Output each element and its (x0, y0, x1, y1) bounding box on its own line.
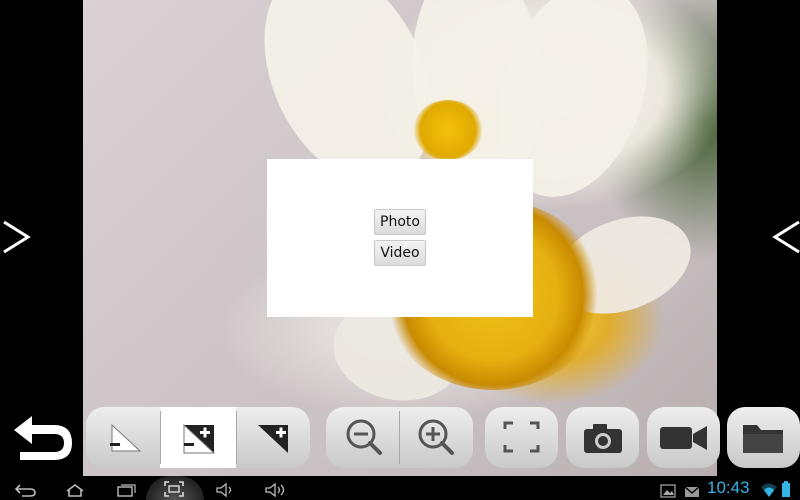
zoom-in-icon (418, 419, 454, 455)
contrast-plus-icon (258, 425, 288, 453)
wifi-icon (761, 483, 777, 497)
capture-mode-dialog: Photo Video (267, 159, 533, 317)
open-gallery-button[interactable] (727, 407, 800, 468)
back-button[interactable] (6, 410, 76, 466)
home-icon[interactable] (64, 480, 86, 500)
battery-icon (782, 481, 790, 497)
camera-icon (584, 424, 622, 453)
zoom-out-icon (346, 419, 382, 455)
zoom-out-button[interactable] (326, 407, 399, 468)
contrast-plus-button[interactable] (236, 407, 310, 468)
volume-up-icon[interactable] (263, 480, 287, 500)
video-option-button[interactable]: Video (374, 240, 426, 266)
zoom-group (326, 407, 473, 468)
contrast-both-icon (183, 423, 216, 454)
fullscreen-button[interactable] (485, 407, 558, 468)
photo-option-button[interactable]: Photo (374, 209, 426, 235)
back-arrow-icon (14, 416, 72, 460)
previous-arrow-icon[interactable] (0, 212, 40, 262)
record-video-button[interactable] (647, 407, 720, 468)
contrast-minus-icon (110, 423, 142, 452)
folder-icon (743, 425, 783, 453)
next-arrow-icon[interactable] (766, 212, 800, 262)
contrast-mode-group (86, 407, 310, 468)
contrast-minus-button[interactable] (86, 407, 160, 468)
status-clock: 10:43 (707, 478, 750, 497)
fullscreen-icon (503, 421, 540, 453)
gallery-icon (660, 484, 676, 498)
screenshot-icon[interactable] (163, 479, 185, 499)
flower-stamen (413, 100, 483, 160)
contrast-both-button[interactable] (160, 407, 236, 468)
zoom-in-button[interactable] (400, 407, 473, 468)
volume-down-icon[interactable] (214, 480, 236, 500)
back-icon[interactable] (14, 480, 38, 500)
take-photo-button[interactable] (566, 407, 639, 468)
video-camera-icon (660, 426, 707, 450)
recent-apps-icon[interactable] (115, 480, 137, 500)
gmail-icon (684, 486, 700, 497)
